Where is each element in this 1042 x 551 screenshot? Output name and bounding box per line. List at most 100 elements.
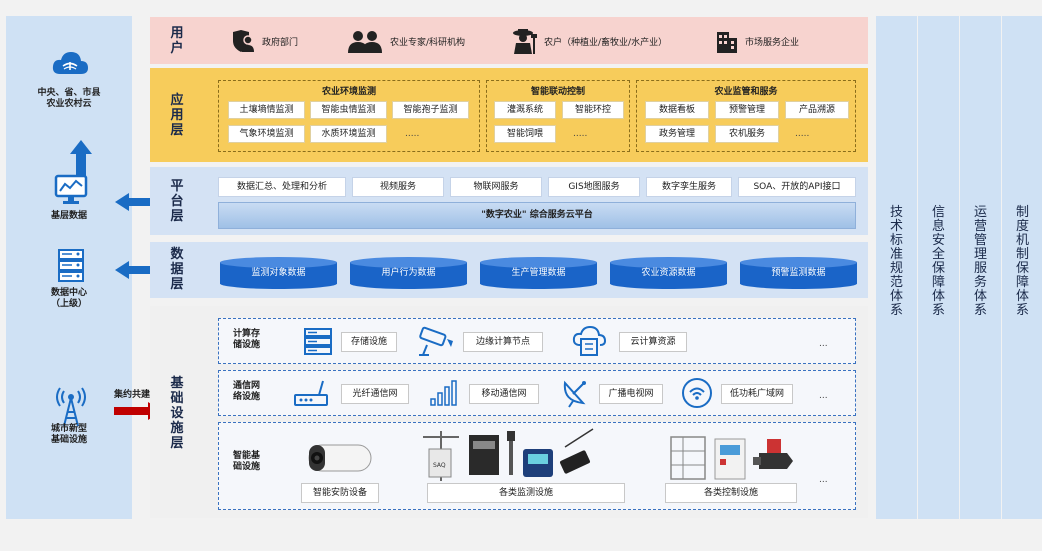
group-title: 农业监管和服务 <box>714 87 778 97</box>
platform-service[interactable]: 物联网服务 <box>450 177 542 197</box>
data-store-label: 预警监测数据 <box>771 268 826 278</box>
app-tag[interactable]: 农机服务 <box>715 125 779 143</box>
side-column-operations: 运营管理服务体系 <box>960 16 1001 519</box>
row-title: 智能基 础设施 <box>233 451 261 472</box>
infra-layer-title: 基础设施层 <box>170 376 184 451</box>
more-dots: ..... <box>405 129 420 139</box>
app-tag[interactable]: 智能饲喂 <box>494 125 556 143</box>
group-title: 农业环境监测 <box>321 87 376 97</box>
app-layer-title: 应用层 <box>170 93 184 138</box>
more-dots: ..... <box>573 129 588 139</box>
app-tag[interactable]: 数据看板 <box>645 101 709 119</box>
infra-row-network: 通信网 络设施 光纤通信网 移动通信网 广播电视网 低功耗广域网 ... <box>218 370 856 416</box>
cloud-label: 中央、省、市县 农业农村云 <box>6 88 132 110</box>
side-column-text: 信息安全保障体系 <box>931 205 945 318</box>
more-dots: ... <box>819 339 828 349</box>
side-column-text: 运营管理服务体系 <box>973 205 987 318</box>
city-infra-line1: 城市新型 <box>50 424 87 434</box>
user-layer: 用户 政府部门 农业专家/科研机构 农户（种植业/畜牧业/水产业） 市场服务企业 <box>150 17 868 64</box>
cloud-icon <box>50 48 90 82</box>
app-tag[interactable]: 智能环控 <box>562 101 624 119</box>
control-devices-image <box>670 436 793 480</box>
farmer-icon <box>513 29 537 54</box>
application-layer: 应用层 农业环境监测 土壤墒情监测 智能虫情监测 智能孢子监测 气象环境监测 水… <box>150 68 868 162</box>
infra-tag[interactable]: 移动通信网 <box>469 384 539 404</box>
app-tag[interactable]: 产品溯源 <box>785 101 849 119</box>
user-item-label: 农业专家/科研机构 <box>390 37 466 48</box>
app-tag[interactable]: 土壤墒情监测 <box>228 101 305 119</box>
app-tag[interactable]: 政务管理 <box>645 125 709 143</box>
server-rack-icon <box>304 328 332 355</box>
app-tag[interactable]: 预警管理 <box>715 101 779 119</box>
city-infra-label: 城市新型 基础设施 <box>6 424 132 446</box>
user-item-farmer: 农户（种植业/畜牧业/水产业） <box>510 29 668 54</box>
base-data-label: 基层数据 <box>50 211 87 221</box>
architecture-diagram: 中央、省、市县 农业农村云 基层数据 数据中心 （上级） 城市新型 基础设施 集… <box>0 0 1042 551</box>
infra-tag[interactable]: 各类控制设施 <box>665 483 797 503</box>
more-dots: ..... <box>795 129 810 139</box>
arrow-up-icon <box>70 140 92 154</box>
data-center-line2: （上级） <box>50 299 87 309</box>
platform-service[interactable]: 数字孪生服务 <box>646 177 732 197</box>
user-item-government: 政府部门 <box>230 29 298 53</box>
user-item-label: 农户（种植业/畜牧业/水产业） <box>544 37 668 48</box>
monitoring-devices-image: SAQ <box>423 428 594 481</box>
app-tag[interactable]: 智能孢子监测 <box>392 101 469 119</box>
group-smart-control: 智能联动控制 灌溉系统 智能环控 智能饲喂 ..... <box>486 80 630 152</box>
data-store-label: 监测对象数据 <box>251 268 306 278</box>
data-store[interactable]: 生产管理数据 <box>480 257 597 289</box>
app-tag[interactable]: 灌溉系统 <box>494 101 556 119</box>
cloud-label-line2: 农业农村云 <box>46 99 92 109</box>
enterprise-building-icon <box>717 32 737 53</box>
side-column-text: 技术标准规范体系 <box>889 205 903 318</box>
data-store[interactable]: 监测对象数据 <box>220 257 337 289</box>
infra-tag[interactable]: 广播电视网 <box>599 384 663 404</box>
infra-tag[interactable]: 光纤通信网 <box>341 384 409 404</box>
intensive-label: 集约共建 <box>114 390 151 400</box>
data-store[interactable]: 用户行为数据 <box>350 257 467 289</box>
infra-tag[interactable]: 各类监测设施 <box>427 483 625 503</box>
data-center-label: 数据中心 （上级） <box>6 288 132 310</box>
platform-layer: 平台层 数据汇总、处理和分析 视频服务 物联网服务 GIS地图服务 数字孪生服务… <box>150 167 868 235</box>
infra-tag[interactable]: 智能安防设备 <box>301 483 379 503</box>
group-env-monitoring: 农业环境监测 土壤墒情监测 智能虫情监测 智能孢子监测 气象环境监测 水质环境监… <box>218 80 480 152</box>
side-column-security: 信息安全保障体系 <box>918 16 959 519</box>
data-store[interactable]: 预警监测数据 <box>740 257 857 289</box>
user-layer-title: 用户 <box>170 26 184 56</box>
app-tag[interactable]: 智能虫情监测 <box>310 101 387 119</box>
user-item-label: 政府部门 <box>262 37 299 48</box>
platform-service[interactable]: GIS地图服务 <box>548 177 640 197</box>
more-dots: ... <box>819 391 828 401</box>
app-tag[interactable]: 水质环境监测 <box>310 125 387 143</box>
platform-name-bar: "数字农业" 综合服务云平台 <box>218 202 856 229</box>
infra-tag[interactable]: 边缘计算节点 <box>463 332 543 352</box>
data-layer-title: 数据层 <box>170 247 184 292</box>
security-camera-image <box>308 444 372 472</box>
platform-service[interactable]: 视频服务 <box>352 177 444 197</box>
infrastructure-layer: 基础设施层 计算存 储设施 存储设施 边缘计算节点 云计算资源 ... 通信网 … <box>150 306 868 518</box>
data-store-label: 农业资源数据 <box>641 268 696 278</box>
side-column-institutions: 制度机制保障体系 <box>1002 16 1042 519</box>
data-center-line1: 数据中心 <box>50 288 87 298</box>
cloud-compute-icon <box>572 325 607 356</box>
left-column: 中央、省、市县 农业农村云 基层数据 数据中心 （上级） 城市新型 基础设施 <box>6 16 132 519</box>
data-store-label: 生产管理数据 <box>511 268 566 278</box>
data-layer: 数据层 监测对象数据 用户行为数据 生产管理数据 农业资源数据 预警监测数据 <box>150 242 868 298</box>
infra-tag[interactable]: 云计算资源 <box>619 332 687 352</box>
infra-tag[interactable]: 低功耗广域网 <box>721 384 793 404</box>
row-title: 计算存 储设施 <box>233 329 261 350</box>
side-column-standards: 技术标准规范体系 <box>876 16 917 519</box>
more-dots: ... <box>819 475 828 485</box>
experts-icon <box>348 31 382 53</box>
city-infra-line2: 基础设施 <box>50 435 87 445</box>
camera-icon <box>419 326 453 356</box>
cloud-label-line1: 中央、省、市县 <box>37 88 101 98</box>
app-tag[interactable]: 气象环境监测 <box>228 125 305 143</box>
platform-layer-title: 平台层 <box>170 179 184 224</box>
platform-service[interactable]: SOA、开放的API接口 <box>738 177 856 197</box>
wireless-icon <box>682 378 712 408</box>
platform-service[interactable]: 数据汇总、处理和分析 <box>218 177 346 197</box>
data-center-icon <box>56 248 86 290</box>
infra-tag[interactable]: 存储设施 <box>341 332 397 352</box>
data-store[interactable]: 农业资源数据 <box>610 257 727 289</box>
